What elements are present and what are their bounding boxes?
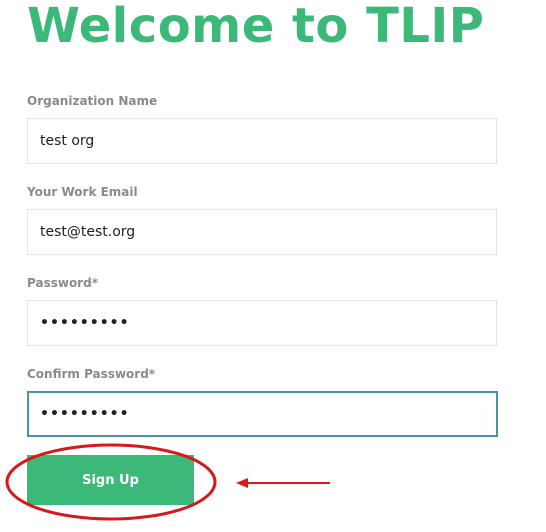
page-title: Welcome to TLIP: [27, 0, 485, 54]
org-name-input[interactable]: [27, 118, 497, 164]
work-email-input[interactable]: [27, 209, 497, 255]
password-label: Password*: [27, 276, 98, 290]
confirm-password-input[interactable]: [27, 391, 498, 437]
org-name-label: Organization Name: [27, 94, 158, 108]
pointer-arrow-head: [236, 478, 248, 488]
confirm-password-label: Confirm Password*: [27, 367, 156, 381]
work-email-label: Your Work Email: [27, 185, 138, 199]
password-input[interactable]: [27, 300, 497, 346]
sign-up-button[interactable]: Sign Up: [27, 455, 194, 505]
annotation-overlay: [5, 443, 330, 521]
